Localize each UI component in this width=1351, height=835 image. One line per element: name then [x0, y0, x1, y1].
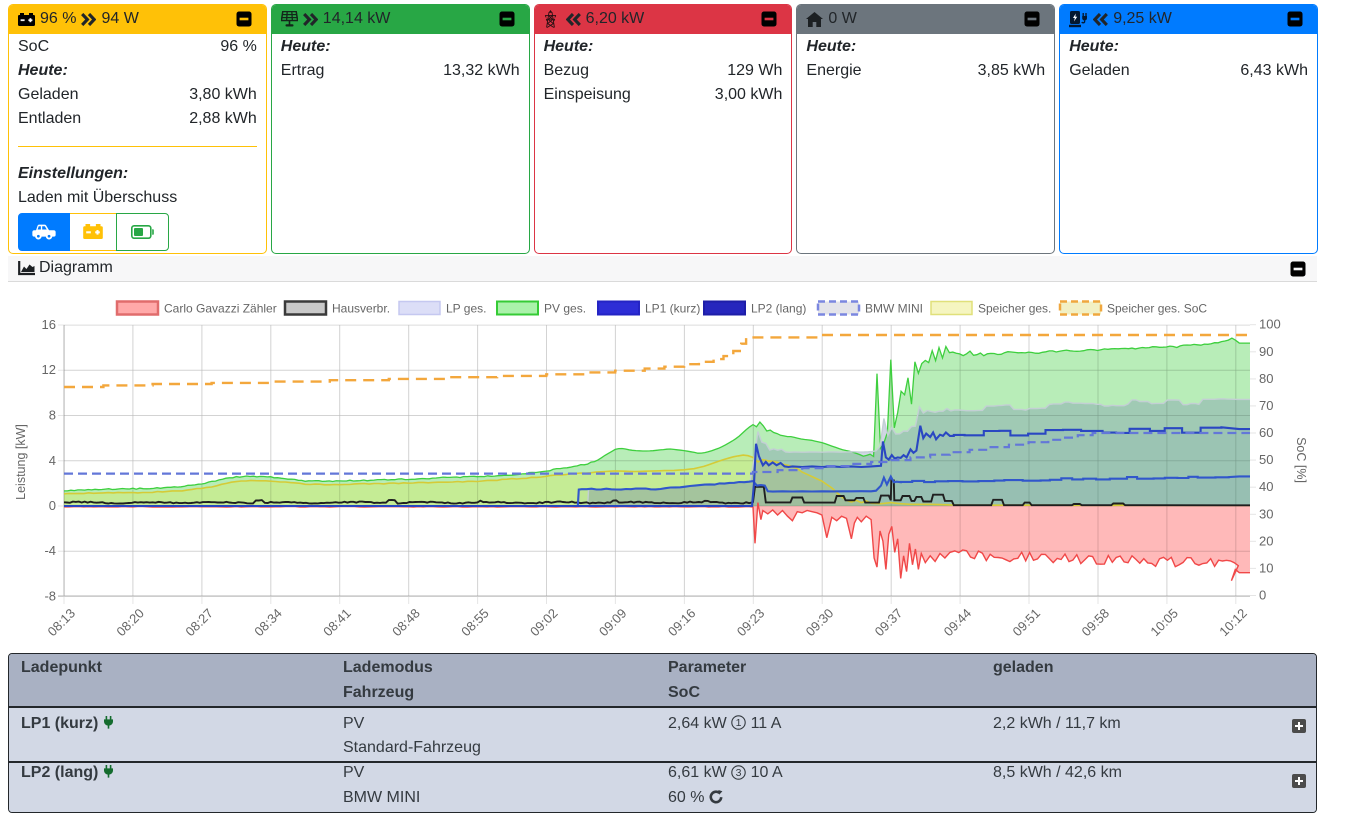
svg-text:10:12: 10:12	[1216, 606, 1250, 640]
svg-text:LP ges.: LP ges.	[446, 302, 486, 316]
svg-text:Leistung [kW]: Leistung [kW]	[14, 424, 28, 500]
svg-text:08:34: 08:34	[251, 606, 285, 640]
svg-text:70: 70	[1259, 398, 1273, 413]
svg-text:09:58: 09:58	[1079, 606, 1113, 640]
svg-text:4: 4	[49, 453, 56, 468]
svg-text:09:09: 09:09	[596, 606, 630, 640]
svg-text:08:55: 08:55	[458, 606, 492, 640]
svg-text:LP2 (lang): LP2 (lang)	[751, 302, 806, 316]
svg-text:8: 8	[49, 408, 56, 423]
svg-text:PV ges.: PV ges.	[544, 302, 586, 316]
svg-text:20: 20	[1259, 533, 1273, 548]
svg-text:09:37: 09:37	[872, 606, 906, 640]
svg-text:-8: -8	[44, 589, 56, 604]
svg-text:09:23: 09:23	[734, 606, 768, 640]
svg-text:12: 12	[42, 362, 56, 377]
svg-text:-4: -4	[44, 543, 56, 558]
svg-text:08:20: 08:20	[113, 606, 147, 640]
svg-text:09:16: 09:16	[665, 606, 699, 640]
svg-text:Speicher ges.: Speicher ges.	[978, 302, 1051, 316]
svg-text:BMW MINI: BMW MINI	[865, 302, 923, 316]
svg-text:100: 100	[1259, 317, 1281, 332]
svg-text:09:30: 09:30	[803, 606, 837, 640]
svg-text:09:02: 09:02	[527, 606, 561, 640]
svg-text:Speicher ges. SoC: Speicher ges. SoC	[1107, 302, 1207, 316]
svg-text:80: 80	[1259, 371, 1273, 386]
svg-text:SoC [%]: SoC [%]	[1294, 437, 1308, 483]
svg-text:0: 0	[1259, 588, 1266, 603]
svg-text:08:27: 08:27	[182, 606, 216, 640]
svg-text:08:48: 08:48	[389, 606, 423, 640]
svg-text:09:44: 09:44	[941, 606, 975, 640]
svg-text:0: 0	[49, 498, 56, 513]
svg-text:50: 50	[1259, 452, 1273, 467]
svg-text:10: 10	[1259, 560, 1273, 575]
svg-text:60: 60	[1259, 425, 1273, 440]
svg-text:Hausverbr.: Hausverbr.	[332, 302, 390, 316]
svg-text:LP1 (kurz): LP1 (kurz)	[645, 302, 700, 316]
svg-text:09:51: 09:51	[1010, 606, 1044, 640]
svg-text:40: 40	[1259, 479, 1273, 494]
svg-text:16: 16	[42, 317, 56, 332]
svg-text:10:05: 10:05	[1147, 606, 1181, 640]
svg-text:08:41: 08:41	[320, 606, 354, 640]
svg-text:Carlo Gavazzi Zähler: Carlo Gavazzi Zähler	[164, 302, 277, 316]
svg-text:08:13: 08:13	[45, 606, 79, 640]
svg-text:90: 90	[1259, 344, 1273, 359]
svg-text:3: 3	[736, 767, 742, 779]
svg-text:1: 1	[736, 717, 742, 729]
svg-text:30: 30	[1259, 506, 1273, 521]
